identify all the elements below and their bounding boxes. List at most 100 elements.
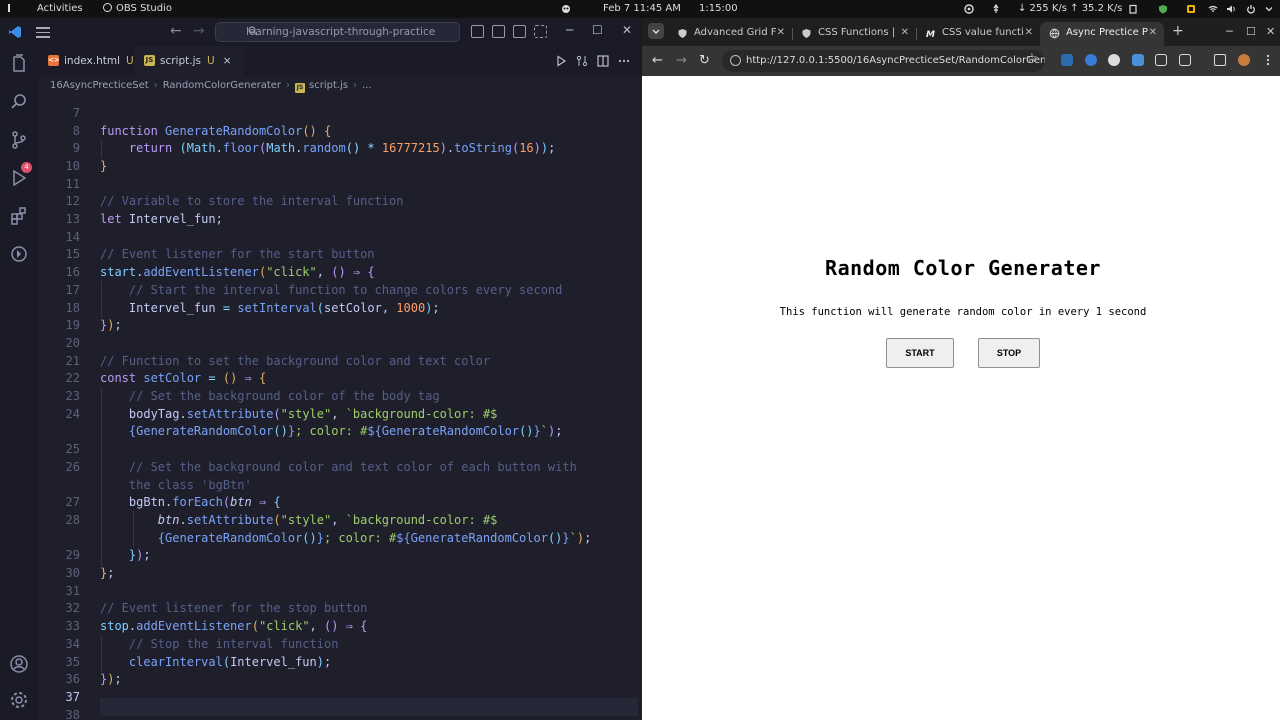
extensions-icon[interactable] (9, 206, 29, 226)
close-window-icon[interactable]: ✕ (622, 23, 632, 37)
profile-avatar[interactable] (1238, 54, 1250, 66)
breadcrumb-separator-icon: › (153, 80, 158, 91)
browser-tab-close-icon[interactable]: ✕ (1149, 22, 1157, 44)
shield-icon[interactable] (1158, 4, 1168, 14)
extension-icon[interactable] (1132, 54, 1144, 66)
browser-tab-close-icon[interactable]: ✕ (1025, 22, 1033, 44)
minimize-icon[interactable]: ─ (1226, 25, 1233, 38)
system-top-bar: Activities OBS Studio Feb 7 11:45 AM 1:1… (0, 0, 1280, 18)
split-editor-icon[interactable] (597, 55, 609, 67)
timeline-icon[interactable] (9, 244, 29, 264)
toggle-panel-icon[interactable] (492, 25, 505, 38)
clock[interactable]: Feb 7 11:45 AM (603, 0, 681, 18)
vscode-logo-icon (9, 26, 21, 38)
settings-indicator-icon[interactable] (964, 4, 974, 14)
browser-tab-async-practice[interactable]: Async Prectice P ✕ (1040, 22, 1164, 46)
code-line: clearInterval(Intervel_fun); (128, 654, 332, 669)
run-file-icon[interactable] (555, 55, 567, 67)
browser-tab-advanced-grid[interactable]: Advanced Grid F ✕ (668, 22, 792, 46)
volume-icon[interactable] (1226, 4, 1236, 14)
site-info-icon[interactable] (730, 55, 741, 66)
line-number (38, 477, 80, 495)
tab-close-icon[interactable]: × (223, 55, 232, 67)
extension-icon[interactable] (1061, 54, 1073, 66)
toggle-secondary-sidebar-icon[interactable] (513, 25, 526, 38)
account-icon[interactable] (9, 654, 29, 674)
close-window-icon[interactable]: ✕ (1266, 25, 1275, 38)
breadcrumb-symbol[interactable]: ... (362, 80, 372, 91)
usb-icon[interactable] (991, 4, 1001, 14)
maximize-icon[interactable]: ☐ (592, 23, 603, 37)
back-arrow-icon[interactable]: ← (652, 53, 663, 68)
stop-button[interactable]: STOP (978, 338, 1040, 368)
code-line: return (Math.floor(Math.random() * 16777… (128, 141, 556, 156)
customize-layout-icon[interactable] (534, 25, 547, 38)
url-text: http://127.0.0.1:5500/16AsyncPrecticeSet… (746, 55, 1045, 66)
page-title: Random Color Generater (825, 256, 1101, 280)
minimize-icon[interactable]: ─ (566, 23, 573, 37)
address-bar[interactable]: http://127.0.0.1:5500/16AsyncPrecticeSet… (722, 50, 1045, 72)
source-control-icon[interactable] (9, 130, 29, 150)
forward-arrow-icon[interactable]: → (193, 23, 205, 39)
tab-script-js[interactable]: JS script.js U × (134, 46, 244, 76)
forward-arrow-icon[interactable]: → (676, 53, 687, 68)
side-panel-icon[interactable] (1214, 54, 1226, 66)
start-button[interactable]: START (886, 338, 954, 368)
more-actions-icon[interactable] (618, 55, 630, 67)
browser-tab-css-value-functions[interactable]: M CSS value functi ✕ (916, 22, 1040, 46)
code-editor[interactable]: 7 8 9 10 11 12 13 14 15 16 17 18 19 20 21 22 23 24 25 26 27 2… (38, 96, 678, 720)
browser-tab-close-icon[interactable]: ✕ (777, 22, 785, 44)
breadcrumb-subfolder[interactable]: RandomColorGenerater (163, 80, 281, 91)
line-number: 24 (65, 406, 80, 421)
line-number: 16 (65, 265, 80, 280)
extensions-puzzle-icon[interactable] (1179, 54, 1191, 66)
code-line: bgBtn.forEach(btn ⇒ { (128, 495, 281, 510)
web-page-content: Random Color Generater This function wil… (642, 76, 1280, 720)
line-number: 9 (72, 141, 80, 156)
explorer-icon[interactable] (9, 54, 29, 74)
tab-untracked-status: U (125, 55, 134, 67)
tab-label: script.js (160, 55, 201, 67)
maximize-icon[interactable]: ☐ (1246, 25, 1256, 38)
browser-tab-close-icon[interactable]: ✕ (901, 22, 909, 44)
notification-icon[interactable] (1186, 4, 1196, 14)
settings-gear-icon[interactable] (9, 690, 29, 710)
line-number: 10 (65, 158, 80, 173)
chrome-menu-icon[interactable] (1262, 54, 1274, 66)
tab-search-dropdown-icon[interactable] (648, 23, 664, 39)
clipboard-icon[interactable] (1128, 4, 1138, 14)
run-debug-icon[interactable] (9, 168, 29, 188)
back-arrow-icon[interactable]: ← (170, 23, 182, 39)
recording-timer: 1:15:00 (699, 3, 738, 14)
system-menu-arrow-icon[interactable] (1264, 4, 1274, 14)
recording-icon[interactable] (561, 4, 571, 14)
browser-tab-css-functions[interactable]: CSS Functions | ✕ (792, 22, 916, 46)
workspace-indicator[interactable] (8, 0, 18, 18)
line-number: 13 (65, 212, 80, 226)
compare-changes-icon[interactable] (576, 55, 588, 67)
breadcrumb-folder[interactable]: 16AsyncPrecticeSet (50, 80, 149, 91)
line-number: 14 (65, 229, 80, 244)
shield-favicon-icon (678, 29, 687, 38)
js-file-icon: JS (144, 55, 155, 66)
search-sidebar-icon[interactable] (9, 92, 29, 112)
line-number: 12 (65, 194, 80, 209)
extension-icon[interactable] (1085, 54, 1097, 66)
extension-icon[interactable] (1108, 54, 1120, 66)
power-icon[interactable] (1246, 4, 1256, 14)
new-tab-icon[interactable]: + (1172, 23, 1184, 39)
line-number: 31 (65, 583, 80, 598)
tab-index-html[interactable]: <> index.html U (38, 46, 134, 76)
toggle-sidebar-icon[interactable] (471, 25, 484, 38)
focused-app-menu[interactable]: OBS Studio (103, 0, 172, 18)
bookmark-star-icon[interactable]: ☆ (1026, 51, 1038, 66)
breadcrumb-file[interactable]: script.js (309, 80, 348, 91)
eyedropper-icon[interactable] (1155, 54, 1167, 66)
code-line: }); (100, 318, 122, 333)
wifi-icon[interactable] (1208, 4, 1218, 14)
menu-icon[interactable] (36, 27, 50, 38)
code-line: } (100, 158, 108, 173)
activities-button[interactable]: Activities (37, 0, 83, 18)
line-number: 27 (65, 495, 80, 510)
reload-icon[interactable]: ↻ (699, 53, 710, 68)
